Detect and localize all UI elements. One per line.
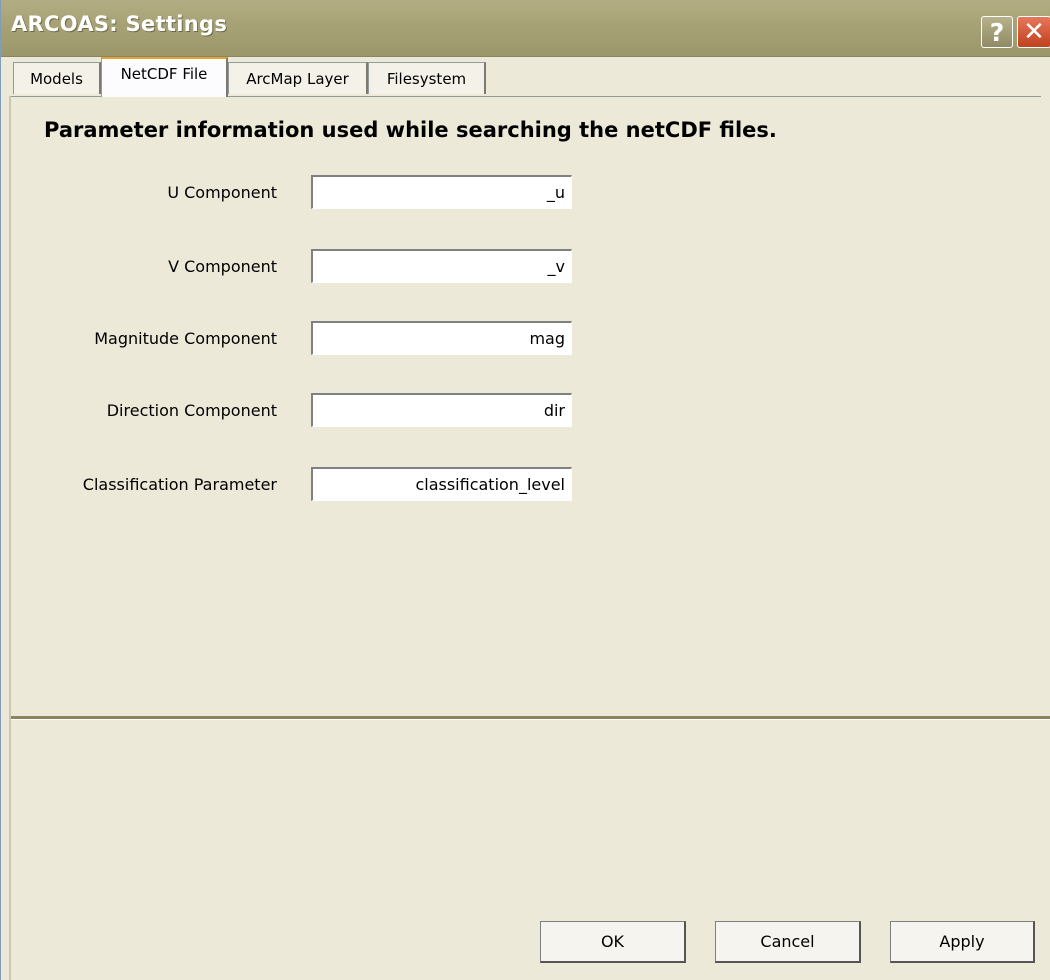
direction-component-input[interactable]	[311, 393, 572, 427]
tab-filesystem[interactable]: Filesystem	[368, 62, 486, 94]
close-button[interactable]: ✕	[1017, 16, 1050, 48]
classification-parameter-label: Classification Parameter	[82, 475, 277, 494]
close-icon: ✕	[1023, 17, 1045, 47]
v-component-input[interactable]	[311, 249, 572, 283]
help-icon: ?	[989, 17, 1005, 47]
tab-arcmap-layer[interactable]: ArcMap Layer	[228, 62, 368, 94]
apply-button[interactable]: Apply	[890, 921, 1035, 963]
tab-strip: Models NetCDF File ArcMap Layer Filesyst…	[1, 57, 1050, 97]
bottom-divider	[11, 716, 1050, 720]
magnitude-component-label: Magnitude Component	[94, 329, 277, 348]
v-component-label: V Component	[168, 257, 277, 276]
help-button[interactable]: ?	[981, 16, 1013, 48]
direction-component-label: Direction Component	[106, 401, 277, 420]
window-title: ARCOAS: Settings	[11, 12, 228, 36]
cancel-button[interactable]: Cancel	[715, 921, 861, 963]
tab-netcdf-file[interactable]: NetCDF File	[101, 57, 228, 97]
ok-button[interactable]: OK	[540, 921, 686, 963]
u-component-label: U Component	[167, 183, 277, 202]
left-border	[9, 96, 11, 980]
magnitude-component-input[interactable]	[311, 321, 572, 355]
u-component-input[interactable]	[311, 175, 572, 209]
title-bar[interactable]: ARCOAS: Settings ? ✕	[1, 0, 1050, 57]
classification-parameter-input[interactable]	[311, 467, 572, 501]
tab-models[interactable]: Models	[13, 62, 101, 94]
panel-heading: Parameter information used while searchi…	[44, 118, 777, 142]
settings-dialog: ARCOAS: Settings ? ✕ Models NetCDF File …	[0, 0, 1050, 980]
